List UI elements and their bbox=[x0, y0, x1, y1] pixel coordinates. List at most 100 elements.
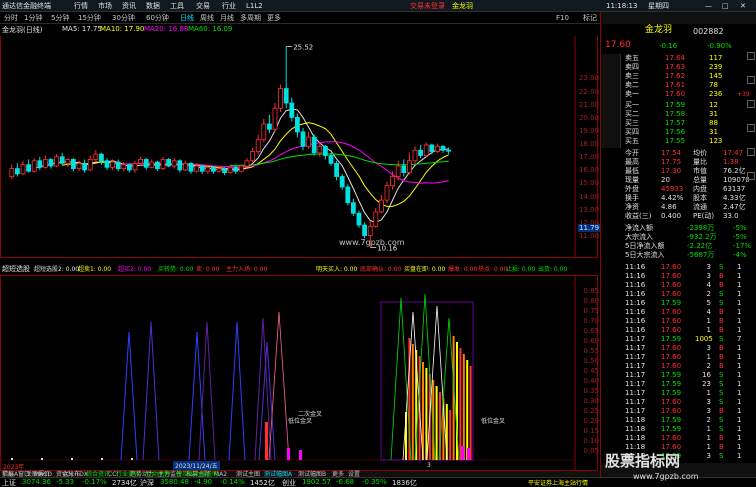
candle bbox=[384, 181, 390, 203]
indicator-value-8: 买盘在即: 0.00 bbox=[404, 266, 446, 273]
index-pct-0: -0.17% bbox=[82, 478, 107, 486]
dot-marker bbox=[11, 458, 13, 460]
bid-row[interactable]: 买二 17.58 31 bbox=[601, 110, 756, 119]
candle bbox=[401, 159, 407, 177]
candle bbox=[350, 198, 356, 216]
signal-bar bbox=[469, 366, 472, 460]
period-tab-9[interactable]: 多周期 bbox=[240, 12, 261, 24]
tick-row: 11:16 17.60 3 S 1 bbox=[625, 263, 742, 271]
candle bbox=[322, 145, 328, 160]
toolbar-right-1[interactable]: 标记 bbox=[583, 12, 597, 24]
side-panel-icon[interactable] bbox=[747, 148, 755, 156]
period-tab-2[interactable]: 5分钟 bbox=[51, 12, 69, 24]
index-name-1[interactable]: 沪深 bbox=[140, 478, 154, 487]
toolbar-right-0[interactable]: F10 bbox=[556, 12, 569, 24]
logo-url: www.7gpzb.com bbox=[633, 472, 699, 481]
candle bbox=[238, 164, 244, 173]
ext-tab-5[interactable]: 互动问答 bbox=[146, 469, 170, 478]
indicator-svg[interactable] bbox=[1, 276, 599, 472]
side-panel-icon[interactable] bbox=[747, 76, 755, 84]
period-tab-5[interactable]: 60分钟 bbox=[146, 12, 169, 24]
ask-row[interactable]: 卖五 17.64 117 bbox=[601, 54, 756, 63]
index-amount-1: 1452亿 bbox=[250, 479, 275, 487]
menu-5[interactable]: 交易 bbox=[196, 0, 210, 12]
minimize-icon[interactable]: — bbox=[705, 0, 712, 12]
period-tab-8[interactable]: 月线 bbox=[220, 12, 234, 24]
indicator-value-3: 买转势: 0.00 bbox=[158, 266, 194, 273]
candle bbox=[278, 84, 284, 113]
period-tab-10[interactable]: 更多 bbox=[267, 12, 281, 24]
price-tick: 17.00 bbox=[578, 153, 599, 162]
candle bbox=[328, 152, 334, 166]
period-tab-4[interactable]: 30分钟 bbox=[112, 12, 135, 24]
ask-row[interactable]: 卖二 17.61 78 bbox=[601, 81, 756, 90]
indicator-tick: 0.45 bbox=[583, 367, 599, 375]
tick-row: 11:16 17.60 2 S 1 bbox=[625, 290, 742, 298]
signal-bar bbox=[435, 386, 438, 460]
indicator-chart[interactable]: 0.85 0.80 0.75 0.70 0.65 0.60 0.55 0.50 0.45 0.40… bbox=[0, 275, 599, 472]
menu-7[interactable]: L1L2 bbox=[246, 0, 263, 12]
stock-period-label: 金龙羽(日线) bbox=[2, 26, 43, 34]
side-panel-icon[interactable] bbox=[747, 172, 755, 180]
signal-wave bbox=[390, 297, 412, 461]
candle bbox=[261, 118, 267, 143]
indicator-tick: 0.15 bbox=[583, 427, 599, 435]
bid-row[interactable]: 买四 17.56 31 bbox=[601, 128, 756, 137]
close-icon[interactable]: ✕ bbox=[740, 0, 746, 12]
candle bbox=[143, 158, 149, 170]
kline-chart[interactable]: 25.52 10.16 23.00 22.00 21.00 20.00 19.00 18.0… bbox=[0, 36, 601, 258]
bid-row[interactable]: 买五 17.55 123 bbox=[601, 137, 756, 146]
ext-tab-2[interactable]: 资金分布 bbox=[56, 469, 80, 478]
ext-tab-0[interactable]: 扩展A bbox=[2, 469, 18, 478]
signal-bar bbox=[411, 344, 414, 460]
sub-label-3: 低位金叉 bbox=[481, 418, 506, 425]
ask-row[interactable]: 卖四 17.63 239 bbox=[601, 63, 756, 72]
indicator-name[interactable]: 超短选股 bbox=[2, 264, 30, 274]
menu-3[interactable]: 数据 bbox=[146, 0, 160, 12]
candle bbox=[294, 113, 300, 138]
side-panel-icon[interactable] bbox=[747, 124, 755, 132]
tick-row: 11:18 17.59 1 S 1 bbox=[625, 425, 742, 433]
menu-6[interactable]: 行业 bbox=[222, 0, 236, 12]
period-tab-6[interactable]: 日线 bbox=[180, 12, 194, 24]
index-name-2[interactable]: 创业 bbox=[282, 478, 296, 487]
indicator-value-12: 出货: 0.00 bbox=[538, 266, 568, 273]
side-panel-icon[interactable] bbox=[747, 52, 755, 60]
clock: 11:18:13 bbox=[606, 2, 638, 10]
menu-2[interactable]: 资讯 bbox=[122, 0, 136, 12]
kline-svg[interactable]: 25.5210.16 bbox=[1, 36, 599, 258]
period-tab-0[interactable]: 分时 bbox=[4, 12, 18, 24]
index-name-0[interactable]: 上证 bbox=[2, 478, 16, 487]
ext-tab-4[interactable]: 行业资讯 bbox=[116, 469, 140, 478]
candle bbox=[48, 158, 54, 169]
ext-tab-1[interactable]: 关联报价 bbox=[26, 469, 50, 478]
ext-tab-6[interactable]: 普及版功能说明 bbox=[176, 469, 218, 478]
menu-1[interactable]: 市场 bbox=[98, 0, 112, 12]
bid-row[interactable]: 买三 17.57 88 bbox=[601, 119, 756, 128]
quote-price-row: 17.60 -0.16 -0.90% bbox=[601, 40, 756, 52]
maximize-icon[interactable]: □ bbox=[722, 0, 729, 12]
price-tick: 21.00 bbox=[578, 100, 599, 109]
menu-0[interactable]: 行情 bbox=[74, 0, 88, 12]
watermark: www.7gpzb.com bbox=[339, 238, 405, 247]
menu-4[interactable]: 工具 bbox=[170, 0, 184, 12]
stat-row: 收益(三) 0.400 PE(动) 33.0 bbox=[625, 212, 739, 220]
ask-row[interactable]: 卖三 17.62 145 bbox=[601, 72, 756, 81]
candle bbox=[115, 159, 121, 172]
marker-bar bbox=[287, 448, 290, 460]
period-tab-1[interactable]: 1分钟 bbox=[24, 12, 42, 24]
candle bbox=[423, 142, 429, 157]
period-tab-7[interactable]: 周线 bbox=[200, 12, 214, 24]
period-tab-3[interactable]: 15分钟 bbox=[78, 12, 101, 24]
ext-tab-3[interactable]: 综合资讯 bbox=[86, 469, 110, 478]
signal-bar bbox=[462, 354, 465, 460]
side-panel-icon[interactable] bbox=[747, 100, 755, 108]
tick-row: 11:16 17.60 4 B 1 bbox=[625, 308, 742, 316]
bid-row[interactable]: 买一 17.59 12 bbox=[601, 101, 756, 110]
candle bbox=[255, 134, 261, 155]
tick-row: 11:17 17.60 3 B 1 bbox=[625, 344, 742, 352]
ask-row[interactable]: 卖一 17.60 236 +39 bbox=[601, 90, 756, 99]
indicator-spike bbox=[120, 331, 138, 461]
logo-text: 股票指标网 bbox=[605, 452, 681, 470]
login-notice[interactable]: 交易未登录 bbox=[410, 0, 445, 12]
